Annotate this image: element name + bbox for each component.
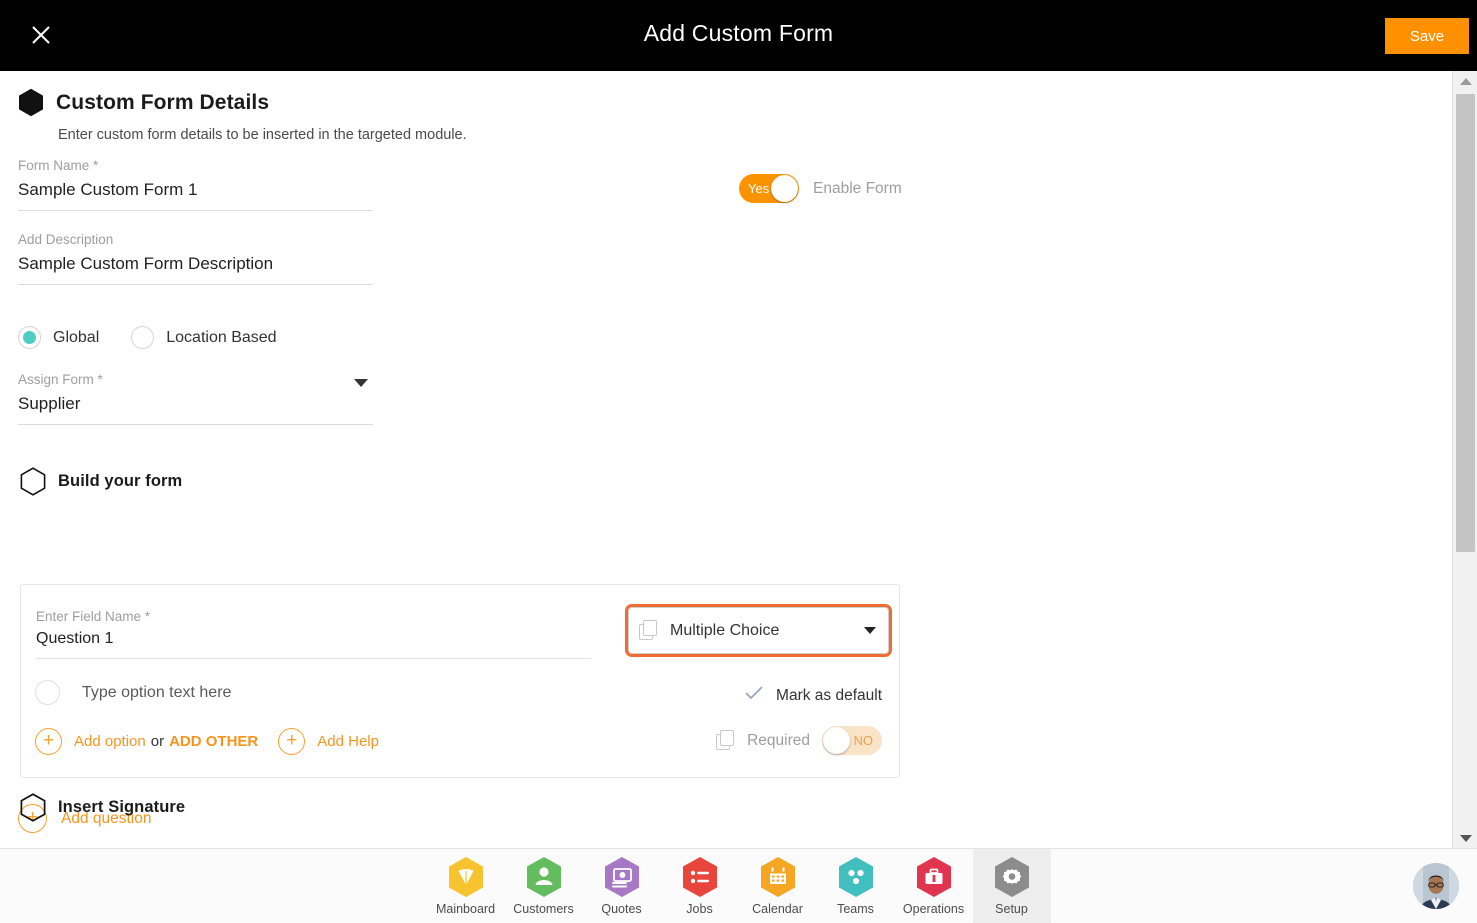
option-row: Type option text here [35, 680, 231, 705]
question-actions-row: + Add option or ADD OTHER + Add Help [35, 728, 379, 755]
field-type-select[interactable]: Multiple Choice [628, 607, 889, 654]
field-name-field[interactable]: Enter Field Name * Question 1 [36, 609, 591, 659]
nav-item-customers[interactable]: Customers [505, 849, 583, 923]
nav-item-mainboard[interactable]: Mainboard [427, 849, 505, 923]
assign-form-select[interactable]: Supplier [18, 394, 373, 425]
add-help-plus-icon[interactable]: + [278, 728, 305, 755]
mainboard-icon [447, 856, 485, 898]
copy-icon [716, 730, 735, 751]
scope-radio-group: Global Location Based [18, 326, 277, 349]
radio-global[interactable]: Global [18, 326, 99, 349]
assign-form-label: Assign Form * [18, 372, 373, 387]
page-title: Add Custom Form [0, 20, 1477, 47]
nav-label: Operations [903, 902, 964, 916]
field-name-input[interactable]: Question 1 [36, 630, 591, 659]
title-bar: Add Custom Form Save [0, 0, 1477, 71]
mark-as-default-label: Mark as default [776, 687, 882, 705]
or-label: or [151, 733, 164, 750]
nav-label: Mainboard [436, 902, 495, 916]
add-option-plus-icon[interactable]: + [35, 728, 62, 755]
add-help-link[interactable]: Add Help [317, 733, 379, 750]
nav-item-operations[interactable]: Operations [895, 849, 973, 923]
radio-location-based[interactable]: Location Based [131, 326, 276, 349]
user-avatar[interactable] [1413, 863, 1459, 909]
nav-label: Teams [837, 902, 874, 916]
question-card: Enter Field Name * Question 1 Multiple C… [20, 584, 900, 778]
copy-icon [639, 620, 658, 641]
section-title: Custom Form Details [56, 91, 269, 115]
toggle-knob [823, 727, 850, 754]
option-radio-icon[interactable] [35, 680, 60, 705]
vertical-scrollbar[interactable] [1452, 71, 1477, 848]
scrollbar-thumb[interactable] [1456, 94, 1475, 552]
field-type-value: Multiple Choice [670, 622, 779, 640]
nav-label: Customers [513, 902, 573, 916]
operations-icon [915, 856, 953, 898]
custom-form-details-heading: Custom Form Details [18, 88, 269, 117]
nav-label: Quotes [601, 902, 641, 916]
hexagon-outline-icon [20, 467, 46, 496]
hexagon-outline-icon [20, 793, 46, 822]
assign-form-field[interactable]: Assign Form * Supplier [18, 372, 373, 425]
form-name-label: Form Name * [18, 158, 373, 173]
description-label: Add Description [18, 232, 373, 247]
enable-form-label: Enable Form [813, 180, 902, 198]
customers-icon [525, 856, 563, 898]
required-toggle[interactable]: NO [822, 726, 882, 755]
nav-label: Jobs [686, 902, 712, 916]
nav-label: Setup [995, 902, 1028, 916]
scroll-up-arrow[interactable] [1453, 71, 1477, 91]
add-option-link[interactable]: Add option [74, 733, 146, 750]
required-label: Required [747, 732, 810, 750]
add-other-link[interactable]: ADD OTHER [169, 733, 258, 750]
section-title: Build your form [58, 472, 182, 491]
check-icon [744, 685, 764, 706]
nav-label: Calendar [752, 902, 803, 916]
bottom-navigation: Mainboard Customers [0, 848, 1477, 922]
chevron-down-icon[interactable] [864, 627, 876, 634]
radio-location-based-label: Location Based [166, 329, 276, 347]
field-name-label: Enter Field Name * [36, 609, 591, 624]
radio-location-based-icon [131, 326, 154, 349]
quotes-icon [603, 856, 641, 898]
hexagon-filled-icon [18, 88, 44, 117]
build-your-form-heading: Build your form [20, 467, 182, 496]
radio-global-icon [18, 326, 41, 349]
chevron-down-icon[interactable] [354, 379, 368, 387]
description-input[interactable]: Sample Custom Form Description [18, 254, 373, 285]
jobs-icon [681, 856, 719, 898]
insert-signature-heading: Insert Signature [20, 793, 185, 822]
form-content: Custom Form Details Enter custom form de… [0, 71, 1452, 848]
section-title: Insert Signature [58, 798, 185, 817]
calendar-icon [759, 856, 797, 898]
toggle-knob [771, 175, 798, 202]
save-button[interactable]: Save [1385, 18, 1469, 54]
teams-icon [837, 856, 875, 898]
setup-icon [993, 856, 1031, 898]
nav-item-quotes[interactable]: Quotes [583, 849, 661, 923]
form-name-input[interactable]: Sample Custom Form 1 [18, 180, 373, 211]
nav-item-teams[interactable]: Teams [817, 849, 895, 923]
required-control: Required NO [716, 726, 882, 755]
nav-items: Mainboard Customers [0, 849, 1477, 923]
enable-form-toggle[interactable]: Yes [739, 174, 799, 203]
description-field[interactable]: Add Description Sample Custom Form Descr… [18, 232, 373, 285]
enable-form-row: Yes Enable Form [739, 174, 902, 203]
option-text-input[interactable]: Type option text here [82, 684, 231, 702]
nav-item-jobs[interactable]: Jobs [661, 849, 739, 923]
mark-as-default-control[interactable]: Mark as default [744, 685, 882, 706]
form-name-field[interactable]: Form Name * Sample Custom Form 1 [18, 158, 373, 211]
nav-item-setup[interactable]: Setup [973, 849, 1051, 923]
scroll-down-arrow[interactable] [1453, 828, 1477, 848]
required-toggle-value: NO [847, 733, 883, 748]
section-subtitle: Enter custom form details to be inserted… [58, 127, 467, 143]
radio-global-label: Global [53, 329, 99, 347]
nav-item-calendar[interactable]: Calendar [739, 849, 817, 923]
